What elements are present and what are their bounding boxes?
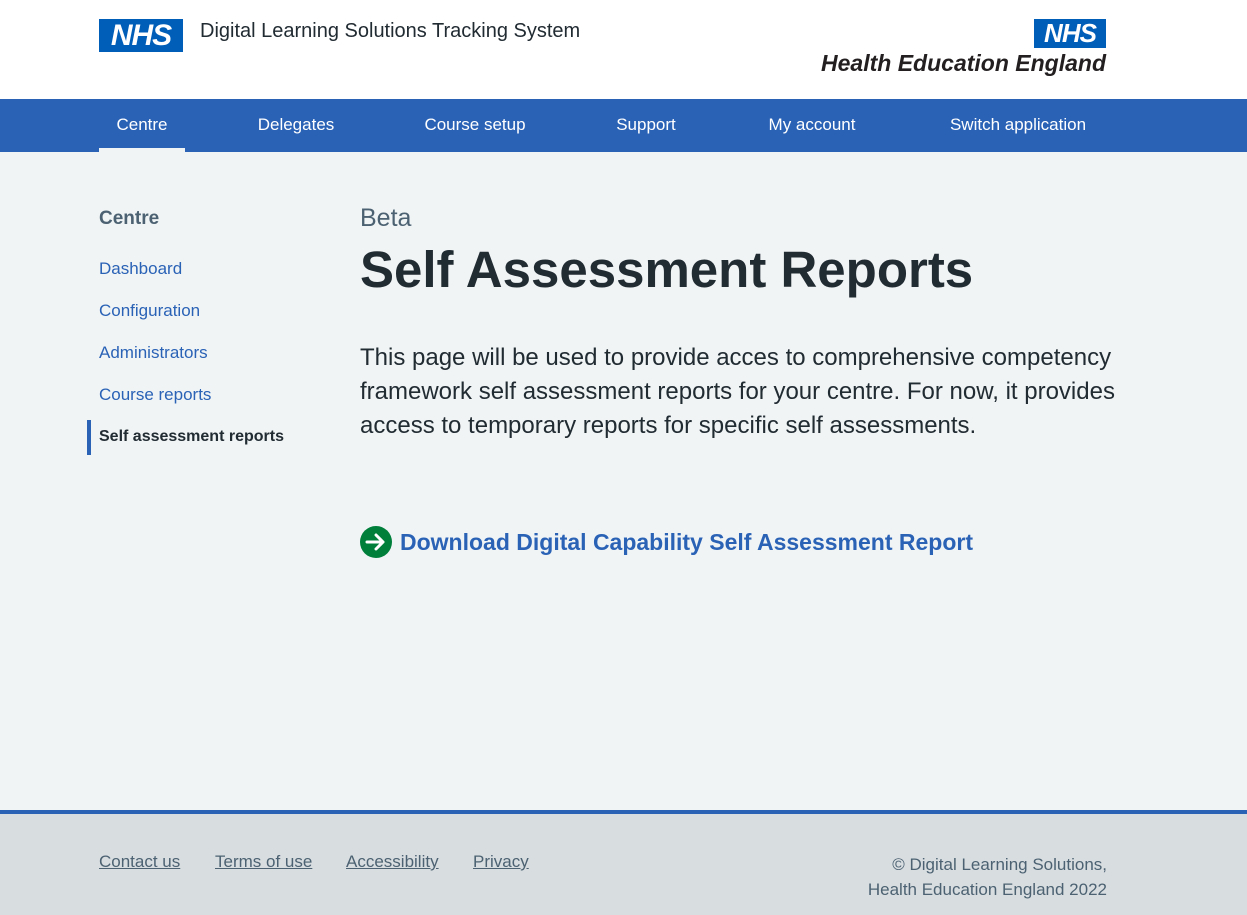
primary-navigation: Centre Delegates Course setup Support My… [0, 99, 1247, 152]
footer-link-terms-of-use[interactable]: Terms of use [215, 852, 312, 872]
footer-link-accessibility[interactable]: Accessibility [346, 852, 439, 872]
site-header: NHS Digital Learning Solutions Tracking … [0, 0, 1247, 99]
sidebar-item-administrators[interactable]: Administrators [99, 343, 208, 363]
copyright-line-2: Health Education England 2022 [867, 880, 1107, 899]
sidebar-item-configuration[interactable]: Configuration [99, 301, 200, 321]
nav-item-delegates[interactable]: Delegates [248, 99, 344, 152]
service-name[interactable]: Digital Learning Solutions Tracking Syst… [200, 20, 580, 43]
site-footer: Contact us Terms of use Accessibility Pr… [0, 810, 1247, 915]
nav-item-centre[interactable]: Centre [99, 99, 185, 152]
footer-link-privacy[interactable]: Privacy [473, 852, 529, 872]
nav-item-course-setup[interactable]: Course setup [414, 99, 536, 152]
nhs-logo[interactable]: NHS [99, 19, 183, 52]
sidebar-current-indicator [87, 420, 91, 455]
download-report-link[interactable]: Download Digital Capability Self Assessm… [360, 526, 973, 558]
nav-item-support[interactable]: Support [604, 99, 688, 152]
hee-logo: NHS Health Education England [806, 19, 1106, 79]
nav-item-switch-application[interactable]: Switch application [936, 99, 1100, 152]
footer-copyright: © Digital Learning Solutions, Health Edu… [868, 852, 1107, 902]
arrow-right-circle-icon [360, 526, 392, 558]
page-title: Self Assessment Reports [360, 241, 974, 298]
sidebar-item-dashboard[interactable]: Dashboard [99, 259, 182, 279]
hee-logo-text: Health Education England [821, 50, 1106, 76]
nav-item-my-account[interactable]: My account [756, 99, 868, 152]
page-caption: Beta [360, 204, 412, 232]
sidebar-item-course-reports[interactable]: Course reports [99, 385, 211, 405]
hee-nhs-badge: NHS [1034, 19, 1106, 48]
footer-link-contact-us[interactable]: Contact us [99, 852, 180, 872]
sidebar-heading: Centre [99, 208, 160, 229]
sidebar-item-self-assessment-reports[interactable]: Self assessment reports [99, 428, 284, 446]
copyright-line-1: © Digital Learning Solutions, [892, 855, 1107, 874]
page-description: This page will be used to provide acces … [360, 344, 1115, 439]
download-report-link-text[interactable]: Download Digital Capability Self Assessm… [400, 529, 973, 556]
